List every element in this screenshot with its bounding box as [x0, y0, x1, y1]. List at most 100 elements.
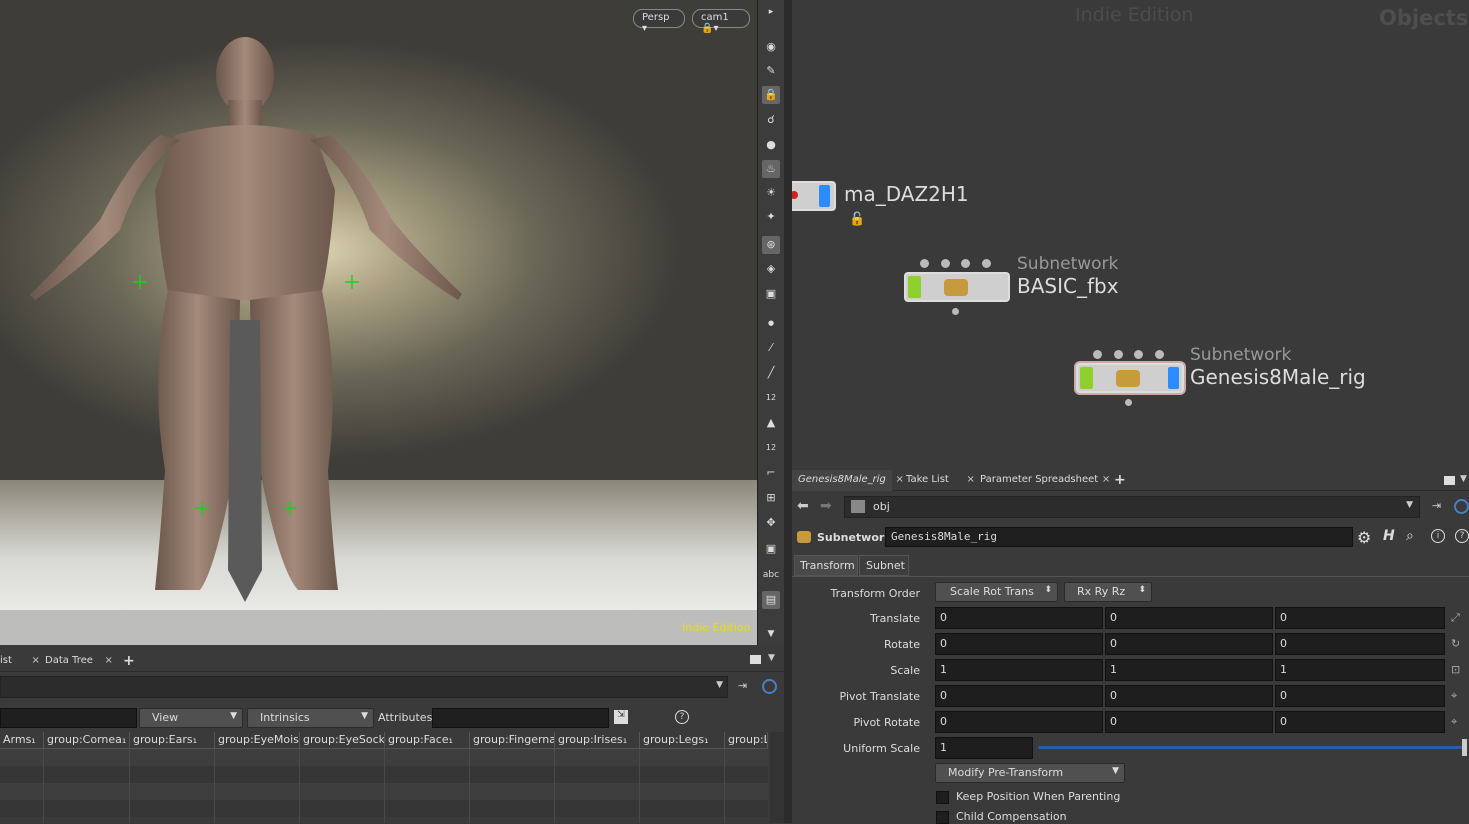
tab-take-list[interactable]: Take List × — [900, 470, 975, 491]
translate-x-field[interactable]: 0 — [935, 607, 1103, 629]
handle-icon[interactable]: ⤢ — [1451, 611, 1465, 625]
scene-viewport[interactable]: Persp ▾ cam1 🔒▾ Indie Edition — [0, 0, 757, 645]
pivot-rotate-y-field[interactable]: 0 — [1105, 711, 1273, 733]
pivot-rotate-z-field[interactable]: 0 — [1275, 711, 1445, 733]
column-header[interactable]: group:Fingernai — [470, 732, 555, 749]
close-icon[interactable]: × — [105, 651, 113, 671]
scale-y-field[interactable]: 1 — [1105, 659, 1273, 681]
pane-splitter[interactable] — [784, 0, 792, 823]
rotate-handle-icon[interactable]: ↻ — [1451, 637, 1465, 651]
display-flag[interactable] — [819, 185, 830, 207]
tab-transform[interactable]: Transform — [794, 555, 858, 576]
tab-data-tree[interactable]: Data Tree × — [39, 651, 113, 672]
bypass-flag[interactable] — [908, 276, 921, 298]
node-filter-field[interactable] — [0, 708, 137, 728]
tab-list[interactable]: ist × — [0, 651, 40, 672]
brush-icon[interactable]: ✎ — [762, 62, 780, 80]
abc-icon[interactable]: abc — [762, 566, 780, 584]
column-header[interactable]: group:Ears₁ — [130, 732, 215, 749]
add-tab-button[interactable]: + — [117, 651, 141, 672]
input-connector[interactable] — [982, 259, 991, 268]
scale-x-field[interactable]: 1 — [935, 659, 1103, 681]
input-connector[interactable] — [961, 259, 970, 268]
input-connector[interactable] — [1155, 350, 1164, 359]
lock-icon[interactable]: 🔒 — [762, 86, 780, 104]
line2-icon[interactable]: ╱ — [762, 364, 780, 382]
view-dropdown[interactable]: View ▼ — [139, 708, 243, 728]
pivot-rotate-handle-icon[interactable]: ⌖ — [1451, 715, 1465, 729]
column-header[interactable]: group:L — [725, 732, 768, 749]
tab-subnet[interactable]: Subnet — [859, 555, 909, 576]
transform-order-dropdown[interactable]: Scale Rot Trans ⬍ — [935, 582, 1058, 602]
tab-parameter-spreadsheet[interactable]: Parameter Spreadsheet × — [974, 470, 1110, 491]
display-flag[interactable] — [1168, 367, 1179, 389]
rotate-order-dropdown[interactable]: Rx Ry Rz ⬍ — [1064, 582, 1152, 602]
down-icon[interactable]: ▼ — [762, 625, 780, 643]
maximize-icon[interactable] — [1444, 476, 1455, 485]
pin-icon[interactable]: ⇥ — [738, 679, 747, 692]
node-genesis8male-rig[interactable] — [1076, 363, 1184, 393]
add-tab-button[interactable]: + — [1108, 470, 1132, 491]
snap-12-icon[interactable]: 12 — [762, 389, 780, 407]
box-icon[interactable]: ▣ — [762, 540, 780, 558]
column-header[interactable]: group:Cornea₁ — [44, 732, 130, 749]
column-header[interactable]: group:Legs₁ — [640, 732, 725, 749]
rotate-x-field[interactable]: 0 — [935, 633, 1103, 655]
back-arrow-icon[interactable]: ⬅ — [797, 498, 809, 514]
translate-z-field[interactable]: 0 — [1275, 607, 1445, 629]
chevron-down-icon[interactable]: ▼ — [1406, 500, 1413, 510]
info-icon[interactable]: i — [1431, 529, 1445, 543]
input-connector[interactable] — [1114, 350, 1123, 359]
uniform-scale-field[interactable]: 1 — [935, 737, 1033, 759]
render-view-icon[interactable]: ◈ — [762, 260, 780, 278]
network-editor[interactable]: Indie Edition Objects ma_DAZ2H1 🔓 Subnet… — [792, 0, 1469, 465]
column-header[interactable]: group:EyeSocke — [300, 732, 385, 749]
scale-handle-icon[interactable]: ⊡ — [1451, 663, 1465, 677]
persp-view-dropdown[interactable]: Persp ▾ — [633, 9, 685, 34]
render-icon[interactable]: ⊛ — [762, 236, 780, 254]
bypass-flag[interactable] — [1080, 367, 1093, 389]
rotate-z-field[interactable]: 0 — [1275, 633, 1445, 655]
pivot-handle-icon[interactable]: ⌖ — [1451, 689, 1465, 703]
light-icon[interactable]: ☀ — [762, 184, 780, 202]
forward-arrow-icon[interactable]: ➡ — [820, 498, 832, 514]
rotate-y-field[interactable]: 0 — [1105, 633, 1273, 655]
menu-arrow-icon[interactable]: ▼ — [768, 653, 775, 663]
attributes-field[interactable] — [432, 708, 609, 728]
pivot-translate-x-field[interactable]: 0 — [935, 685, 1103, 707]
point-icon[interactable]: ● — [762, 314, 780, 332]
chevron-down-icon[interactable]: ▼ — [716, 680, 723, 690]
uniform-scale-slider[interactable] — [1038, 746, 1465, 749]
node-ma-daz2h1[interactable] — [792, 181, 836, 211]
pivot-translate-z-field[interactable]: 0 — [1275, 685, 1445, 707]
line-icon[interactable]: ⁄ — [762, 339, 780, 357]
intrinsics-dropdown[interactable]: Intrinsics ▼ — [247, 708, 374, 728]
flipbook-icon[interactable]: ▣ — [762, 285, 780, 303]
output-connector[interactable] — [1125, 399, 1132, 406]
maximize-icon[interactable] — [750, 655, 761, 664]
sphere-icon[interactable]: ● — [762, 136, 780, 154]
shader-icon[interactable]: ▲ — [762, 414, 780, 432]
keep-position-checkbox[interactable] — [936, 791, 949, 804]
expand-arrow-icon[interactable]: ▸ — [762, 3, 780, 21]
modify-pre-transform-dropdown[interactable]: Modify Pre-Transform ▼ — [935, 763, 1125, 783]
camera-dropdown[interactable]: cam1 🔒▾ — [692, 9, 750, 34]
input-connector[interactable] — [920, 259, 929, 268]
column-header[interactable]: group:EyeMoist — [215, 732, 300, 749]
bulb-icon[interactable]: ♨ — [762, 160, 780, 178]
input-connector[interactable] — [1134, 350, 1143, 359]
output-connector[interactable] — [952, 308, 959, 315]
ghost-icon[interactable]: ☌ — [762, 111, 780, 129]
menu-arrow-icon[interactable]: ▼ — [1460, 474, 1467, 484]
gear-icon[interactable]: ⚙ — [1357, 528, 1371, 547]
eye-icon[interactable]: ◉ — [762, 38, 780, 56]
vertical-scrollbar[interactable] — [770, 732, 784, 823]
unlock-icon[interactable]: 🔓 — [849, 212, 865, 227]
translate-y-field[interactable]: 0 — [1105, 607, 1273, 629]
shader-12-icon[interactable]: 12 — [762, 439, 780, 457]
column-header[interactable]: Arms₁ — [0, 732, 44, 749]
sheet-path-field[interactable]: ▼ — [0, 676, 728, 698]
grid-icon[interactable]: ⊞ — [762, 489, 780, 507]
node-basic-fbx[interactable] — [904, 272, 1010, 302]
input-connector[interactable] — [941, 259, 950, 268]
